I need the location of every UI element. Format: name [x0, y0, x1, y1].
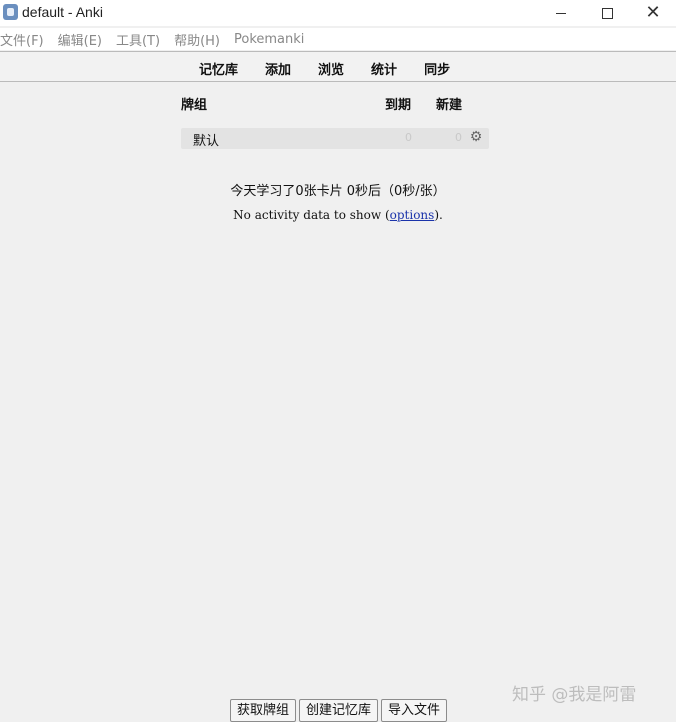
deck-table-header: 牌组 到期 新建 [181, 92, 489, 114]
menu-help[interactable]: 帮助(H) [174, 30, 220, 49]
toolbar-add-link[interactable]: 添加 [265, 59, 291, 78]
maximize-button[interactable] [584, 0, 630, 26]
close-icon: ✕ [645, 2, 661, 23]
deck-table: 牌组 到期 新建 默认 0 0 ⚙ [181, 92, 489, 149]
header-new: 新建 [436, 98, 463, 113]
gear-icon[interactable]: ⚙ [468, 129, 484, 145]
create-deck-button[interactable]: 创建记忆库 [299, 699, 379, 722]
bottom-bar: 获取牌组 创建记忆库 导入文件 [230, 699, 450, 722]
header-deck: 牌组 [181, 98, 208, 113]
deck-new-count: 0 [455, 131, 462, 144]
title-bar: default - Anki ✕ [0, 0, 676, 26]
close-button[interactable]: ✕ [630, 0, 676, 26]
import-file-button[interactable]: 导入文件 [381, 699, 448, 722]
deck-due-count: 0 [405, 131, 412, 144]
menu-file[interactable]: 文件(F) [0, 30, 44, 49]
activity-options-link[interactable]: options [390, 208, 435, 222]
header-due: 到期 [385, 98, 412, 113]
studied-today-text: 今天学习了0张卡片 0秒后（0秒/张） [230, 184, 446, 199]
activity-prefix: No activity data to show ( [233, 208, 390, 222]
deck-row: 默认 0 0 ⚙ [181, 128, 489, 149]
activity-suffix: ). [434, 208, 443, 222]
toolbar-sync-link[interactable]: 同步 [424, 59, 450, 78]
main-toolbar: 记忆库 添加 浏览 统计 同步 [0, 51, 676, 82]
minimize-button[interactable] [538, 0, 584, 26]
window-title: default - Anki [22, 4, 103, 20]
toolbar-stats-link[interactable]: 统计 [371, 59, 397, 78]
watermark: 知乎 @我是阿雷 [512, 685, 637, 705]
menu-tools[interactable]: 工具(T) [116, 30, 160, 49]
toolbar-browse-link[interactable]: 浏览 [318, 59, 344, 78]
activity-message: No activity data to show (options). [0, 208, 676, 222]
toolbar-decks-link[interactable]: 记忆库 [199, 59, 238, 78]
maximize-icon [601, 7, 613, 19]
menu-pokemanki[interactable]: Pokemanki [234, 32, 304, 47]
menu-edit[interactable]: 编辑(E) [58, 30, 102, 49]
window-controls: ✕ [538, 0, 676, 26]
minimize-icon [556, 12, 566, 14]
menu-bar: 文件(F) 编辑(E) 工具(T) 帮助(H) Pokemanki [0, 28, 676, 50]
deck-name-link[interactable]: 默认 [193, 130, 219, 149]
get-shared-button[interactable]: 获取牌组 [230, 699, 297, 722]
anki-app-icon [3, 4, 18, 20]
